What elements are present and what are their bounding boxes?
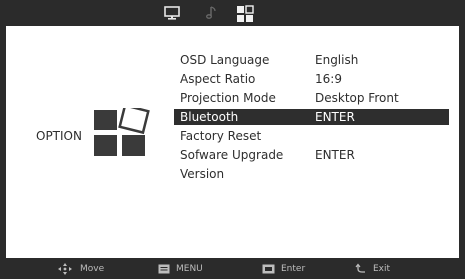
menu-item-label: Version bbox=[180, 167, 225, 181]
menu-item-value: Desktop Front bbox=[315, 91, 399, 105]
menu-item-factory-reset[interactable]: Factory Reset bbox=[174, 128, 449, 144]
top-tab-bar bbox=[6, 0, 459, 26]
menu-item-value: ENTER bbox=[315, 148, 355, 162]
menu-item-label: OSD Language bbox=[180, 53, 270, 67]
option-grid-icon[interactable] bbox=[236, 5, 254, 22]
hint-label: Move bbox=[80, 263, 105, 274]
menu-item-value: English bbox=[315, 53, 359, 67]
menu-item-version[interactable]: Version bbox=[174, 166, 449, 182]
music-note-icon[interactable] bbox=[202, 5, 220, 21]
menu-item-label: Factory Reset bbox=[180, 129, 262, 143]
menu-item-projection-mode[interactable]: Projection Mode Desktop Front bbox=[174, 90, 449, 106]
menu-item-osd-language[interactable]: OSD Language English bbox=[174, 52, 449, 68]
menu-item-value: 16:9 bbox=[315, 72, 342, 86]
osd-panel: OPTION OSD Language English Aspect Ratio… bbox=[6, 26, 459, 258]
hint-label: Enter bbox=[281, 263, 306, 274]
hint-label: MENU bbox=[176, 263, 203, 274]
exit-hint: Exit bbox=[355, 261, 390, 276]
option-grid-icon bbox=[94, 103, 150, 184]
monitor-icon[interactable] bbox=[163, 5, 181, 21]
hint-label: Exit bbox=[373, 263, 391, 274]
menu-item-label: Bluetooth bbox=[180, 110, 239, 124]
enter-hint: Enter bbox=[262, 261, 305, 276]
category-label: OPTION bbox=[36, 129, 82, 143]
menu-item-aspect-ratio[interactable]: Aspect Ratio 16:9 bbox=[174, 71, 449, 87]
menu-hint: MENU bbox=[158, 261, 203, 276]
dpad-icon bbox=[56, 262, 74, 276]
menu-key-icon bbox=[158, 264, 170, 274]
ok-key-icon bbox=[262, 264, 275, 274]
move-hint: Move bbox=[56, 261, 104, 276]
menu-item-label: Sofware Upgrade bbox=[180, 148, 284, 162]
hint-bar: Move MENU Enter Exit bbox=[0, 258, 465, 279]
menu-item-value: ENTER bbox=[315, 110, 355, 124]
return-icon bbox=[355, 263, 367, 275]
menu-item-label: Aspect Ratio bbox=[180, 72, 256, 86]
menu-item-software-upgrade[interactable]: Sofware Upgrade ENTER bbox=[174, 147, 449, 163]
menu-item-bluetooth[interactable]: Bluetooth ENTER bbox=[174, 109, 449, 125]
menu-item-label: Projection Mode bbox=[180, 91, 276, 105]
